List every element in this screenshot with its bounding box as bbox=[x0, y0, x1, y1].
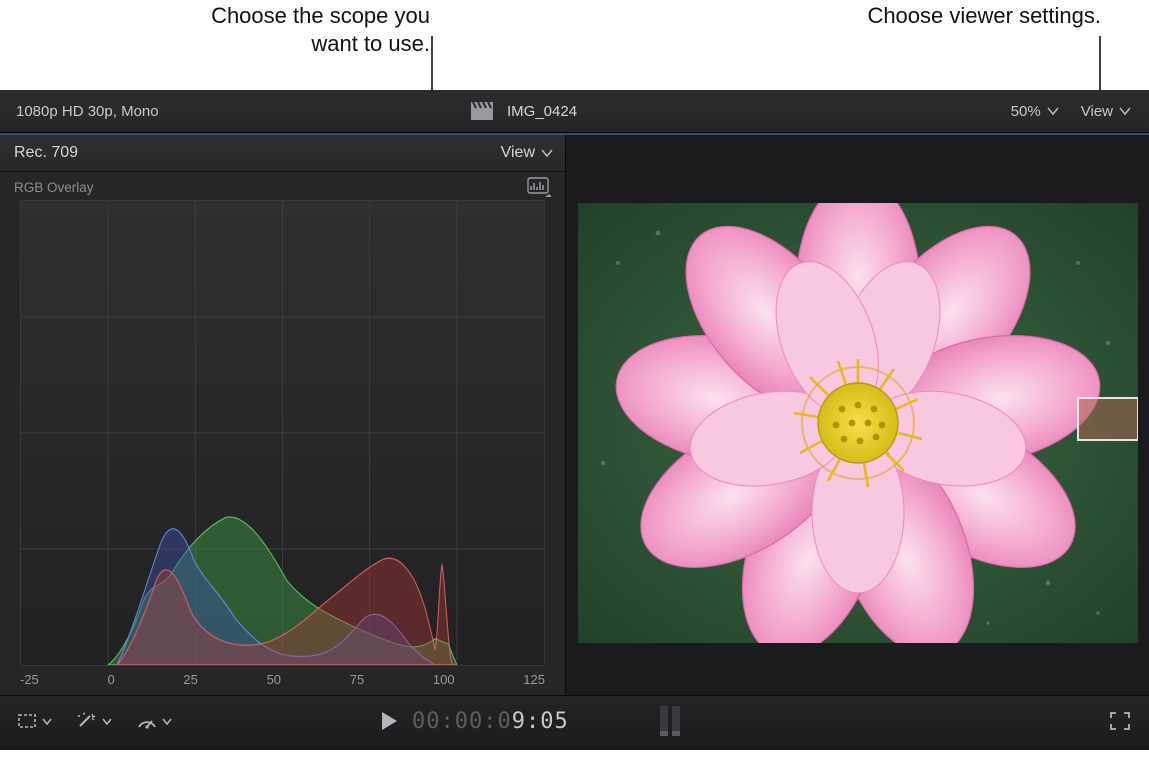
axis-tick: -25 bbox=[20, 672, 39, 687]
chevron-down-icon bbox=[541, 148, 553, 158]
zoom-level-menu[interactable]: 50% bbox=[1011, 103, 1059, 120]
clapperboard-icon bbox=[471, 102, 493, 120]
zoom-level-label: 50% bbox=[1011, 103, 1041, 120]
callout-viewer-settings: Choose viewer settings. bbox=[841, 2, 1101, 30]
axis-tick: 100 bbox=[433, 672, 455, 687]
retime-speedometer-icon bbox=[136, 712, 158, 730]
histogram-x-axis: -25 0 25 50 75 100 125 bbox=[20, 666, 545, 687]
viewer-panel bbox=[566, 135, 1149, 695]
transport-bar: 00:00:09:05 bbox=[0, 695, 1149, 746]
app-window: 1080p HD 30p, Mono IMG_0424 50% View bbox=[0, 90, 1149, 750]
fullscreen-icon bbox=[1109, 711, 1131, 731]
trim-tool-icon bbox=[16, 712, 38, 730]
scope-mode-label: RGB Overlay bbox=[14, 180, 94, 195]
play-icon bbox=[380, 711, 398, 731]
timecode-display[interactable]: 00:00:09:05 bbox=[412, 709, 569, 734]
axis-tick: 50 bbox=[267, 672, 281, 687]
chevron-down-icon bbox=[1119, 106, 1131, 116]
preview-image-lotus bbox=[578, 203, 1138, 643]
chevron-down-icon bbox=[102, 717, 112, 726]
clip-title: IMG_0424 bbox=[507, 103, 577, 120]
play-button[interactable] bbox=[380, 711, 398, 731]
callout-scope: Choose the scope you want to use. bbox=[160, 2, 430, 57]
viewer-view-menu[interactable]: View bbox=[1081, 103, 1131, 120]
trim-tool-menu[interactable] bbox=[16, 712, 52, 730]
timecode-leading: 00:00:0 bbox=[412, 709, 512, 734]
viewer-canvas[interactable] bbox=[566, 181, 1149, 665]
retime-menu[interactable] bbox=[136, 712, 172, 730]
viewer-top-bar: 1080p HD 30p, Mono IMG_0424 50% View bbox=[0, 90, 1149, 133]
timecode-active: 9:05 bbox=[512, 709, 569, 734]
chevron-down-icon bbox=[162, 717, 172, 726]
audio-meters bbox=[660, 706, 680, 736]
axis-tick: 125 bbox=[523, 672, 545, 687]
scope-color-space: Rec. 709 bbox=[14, 144, 78, 162]
axis-tick: 25 bbox=[183, 672, 197, 687]
scope-view-menu[interactable]: View bbox=[501, 144, 553, 162]
annotation-callouts: Choose the scope you want to use. Choose… bbox=[0, 0, 1149, 90]
format-text: 1080p HD 30p, Mono bbox=[16, 103, 159, 120]
axis-tick: 75 bbox=[350, 672, 364, 687]
enhancements-menu[interactable] bbox=[76, 712, 112, 730]
scope-view-label: View bbox=[501, 144, 535, 162]
histogram-icon bbox=[527, 177, 551, 197]
fullscreen-button[interactable] bbox=[1109, 711, 1131, 731]
scope-header: Rec. 709 View bbox=[0, 135, 565, 172]
scope-type-menu[interactable] bbox=[527, 178, 551, 196]
axis-tick: 0 bbox=[107, 672, 114, 687]
video-scopes-panel: Rec. 709 View RGB Overlay bbox=[0, 135, 566, 695]
body-split: Rec. 709 View RGB Overlay bbox=[0, 135, 1149, 695]
format-label: 1080p HD 30p, Mono bbox=[0, 103, 471, 120]
chevron-down-icon bbox=[1047, 106, 1059, 116]
viewer-view-label: View bbox=[1081, 103, 1113, 120]
audio-meter-left bbox=[660, 706, 668, 736]
audio-meter-right bbox=[672, 706, 680, 736]
chevron-down-icon bbox=[42, 717, 52, 726]
histogram-plot bbox=[20, 200, 545, 666]
magic-wand-icon bbox=[76, 712, 98, 730]
